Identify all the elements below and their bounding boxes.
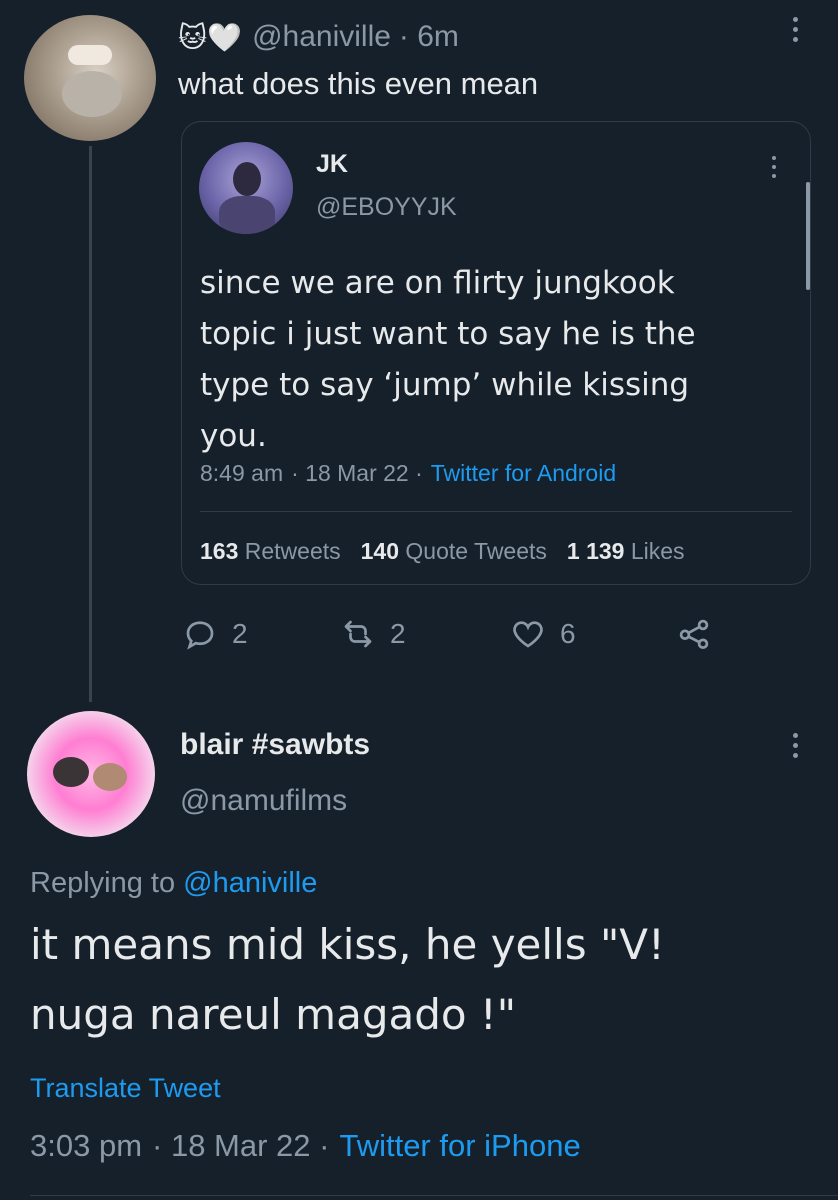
retweet-count: 2: [390, 618, 406, 649]
replying-to-handle[interactable]: @haniville: [183, 867, 317, 899]
likes-stat[interactable]: 1 139 Likes: [567, 538, 685, 565]
quotes-count: 140: [360, 538, 400, 564]
retweet-icon: [344, 620, 372, 648]
reply-text-line-1: it means mid kiss, he yells "V!: [30, 920, 665, 969]
replying-to: Replying to @haniville: [30, 867, 317, 900]
quoted-date: · 18 Mar 22 ·: [291, 460, 423, 486]
share-button[interactable]: [676, 616, 712, 652]
quoted-avatar[interactable]: [199, 142, 293, 234]
reply-user-name[interactable]: blair #sawbts: [180, 728, 370, 762]
reply-date: · 18 Mar 22 ·: [152, 1128, 330, 1163]
replying-to-label: Replying to: [30, 867, 176, 899]
reply-time[interactable]: 3:03 pm: [30, 1128, 142, 1164]
retweets-stat[interactable]: 163 Retweets: [200, 538, 341, 565]
reply-source[interactable]: Twitter for iPhone: [339, 1128, 580, 1164]
more-options-icon[interactable]: [792, 17, 798, 42]
reply-more-options-icon[interactable]: [792, 733, 798, 758]
reply-button[interactable]: 2: [182, 616, 248, 652]
quoted-user-name[interactable]: JK: [316, 150, 348, 179]
thread-line: [89, 146, 92, 702]
translate-tweet-link[interactable]: Translate Tweet: [30, 1073, 221, 1104]
reply-text-line-2: nuga nareul magado !": [30, 990, 517, 1039]
likes-label: Likes: [630, 538, 685, 564]
reply-meta: 3:03 pm · 18 Mar 22 · Twitter for iPhone: [30, 1128, 581, 1164]
divider: [200, 511, 792, 512]
like-count: 6: [560, 618, 576, 649]
quoted-time[interactable]: 8:49 am: [200, 460, 283, 487]
like-button[interactable]: 6: [510, 616, 576, 652]
retweets-count: 163: [200, 538, 239, 564]
tweet-text: what does this even mean: [178, 66, 539, 101]
quotes-label: Quote Tweets: [405, 538, 547, 564]
reply-user-handle[interactable]: @namufilms: [180, 784, 347, 818]
quoted-meta: 8:49 am · 18 Mar 22 · Twitter for Androi…: [200, 460, 616, 487]
scrollbar[interactable]: [806, 182, 810, 290]
quoted-tweet-text: since we are on flirty jungkook topic i …: [200, 265, 696, 454]
emoji-badges: 🐱🤍: [178, 21, 243, 53]
timestamp[interactable]: · 6m: [399, 20, 459, 54]
reply-count: 2: [232, 618, 248, 649]
share-icon: [679, 619, 709, 649]
bottom-divider: [30, 1195, 838, 1196]
reply-avatar[interactable]: [27, 711, 155, 837]
user-handle[interactable]: @haniville: [252, 20, 391, 54]
quoted-source[interactable]: Twitter for Android: [431, 460, 616, 487]
reply-icon: [186, 621, 214, 650]
avatar[interactable]: [24, 15, 156, 141]
quoted-more-options-icon[interactable]: [771, 156, 777, 178]
tweet-header: 🐱🤍 @haniville · 6m: [178, 16, 459, 58]
heart-icon: [513, 621, 543, 648]
retweets-label: Retweets: [244, 538, 341, 564]
retweet-button[interactable]: 2: [340, 616, 406, 652]
likes-count: 1 139: [566, 538, 625, 564]
quoted-user-handle[interactable]: @EBOYYJK: [316, 193, 457, 222]
quotes-stat[interactable]: 140 Quote Tweets: [361, 538, 547, 565]
quoted-stats: 163 Retweets 140 Quote Tweets 1 139 Like…: [200, 538, 685, 565]
